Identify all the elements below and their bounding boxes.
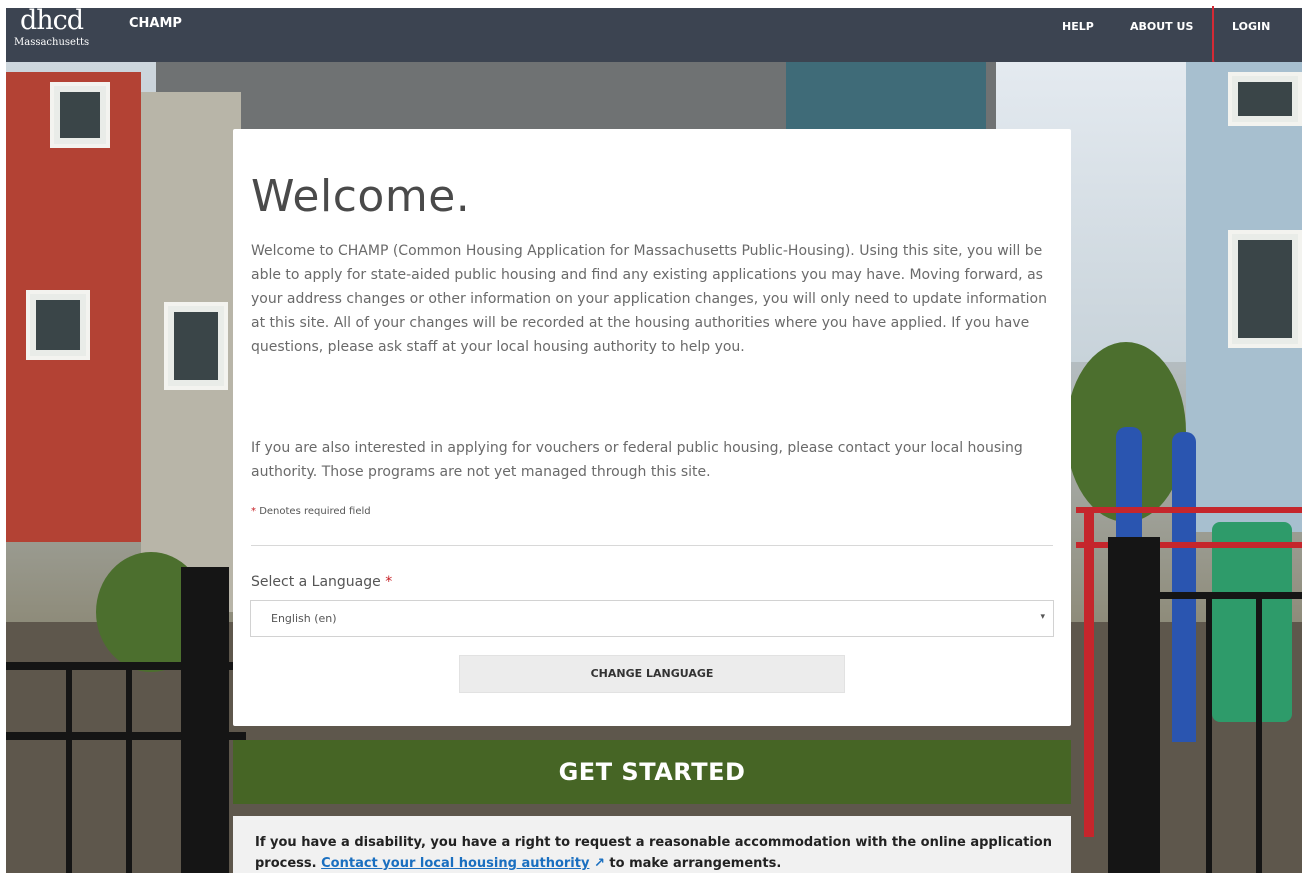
contact-housing-authority-link[interactable]: Contact your local housing authority — [321, 856, 589, 871]
welcome-card: Welcome. Welcome to CHAMP (Common Housin… — [233, 129, 1071, 726]
external-link-icon[interactable]: ↗ — [594, 856, 605, 871]
disability-text-end: to make arrangements. — [604, 856, 782, 871]
red-rail — [1084, 507, 1094, 837]
federal-housing-paragraph: If you are also interested in applying f… — [251, 440, 1023, 480]
fence-bar — [66, 662, 72, 873]
disability-notice: If you have a disability, you have a rig… — [233, 816, 1071, 873]
fence-post — [1108, 537, 1160, 873]
required-field-note: * Denotes required field — [251, 506, 371, 517]
intro-paragraph: Welcome to CHAMP (Common Housing Applica… — [251, 243, 1047, 355]
window — [26, 290, 90, 360]
red-rail — [1076, 507, 1302, 513]
logo-text: dhcd — [20, 5, 84, 36]
nav-login-link[interactable]: LOGIN — [1232, 20, 1270, 33]
welcome-title: Welcome. — [251, 171, 471, 222]
language-select[interactable]: English (en) ▾ — [250, 600, 1054, 637]
blue-pole — [1172, 432, 1196, 742]
window — [1228, 72, 1302, 126]
nav-help-link[interactable]: HELP — [1062, 20, 1094, 33]
nav-about-us-link[interactable]: ABOUT US — [1130, 20, 1193, 33]
divider — [251, 545, 1053, 546]
gable — [786, 62, 986, 132]
language-label-text: Select a Language — [251, 574, 381, 590]
window — [1228, 230, 1302, 348]
required-asterisk: * — [251, 506, 256, 517]
top-strip — [0, 0, 1302, 8]
fence-bar — [126, 662, 132, 873]
fence-post — [181, 567, 229, 873]
required-note-text: Denotes required field — [259, 506, 371, 517]
fence-bar — [1206, 592, 1212, 873]
app-name[interactable]: CHAMP — [129, 16, 182, 31]
language-selected-value: English (en) — [271, 612, 337, 625]
change-language-button[interactable]: CHANGE LANGUAGE — [459, 655, 845, 693]
dhcd-logo[interactable]: dhcd Massachusetts — [14, 5, 118, 62]
dropdown-caret-icon: ▾ — [1040, 612, 1045, 622]
required-asterisk: * — [385, 574, 393, 590]
fence-rail — [1160, 592, 1302, 599]
window — [164, 302, 228, 390]
get-started-button[interactable]: GET STARTED — [233, 740, 1071, 804]
logo-subtext: Massachusetts — [14, 37, 90, 48]
window — [50, 82, 110, 148]
login-highlight-annotation — [1212, 6, 1302, 66]
top-navbar: dhcd Massachusetts CHAMP HELP ABOUT US L… — [6, 5, 1302, 66]
playground-slide — [1212, 522, 1292, 722]
language-label: Select a Language * — [251, 574, 392, 590]
fence-bar — [1256, 592, 1262, 873]
